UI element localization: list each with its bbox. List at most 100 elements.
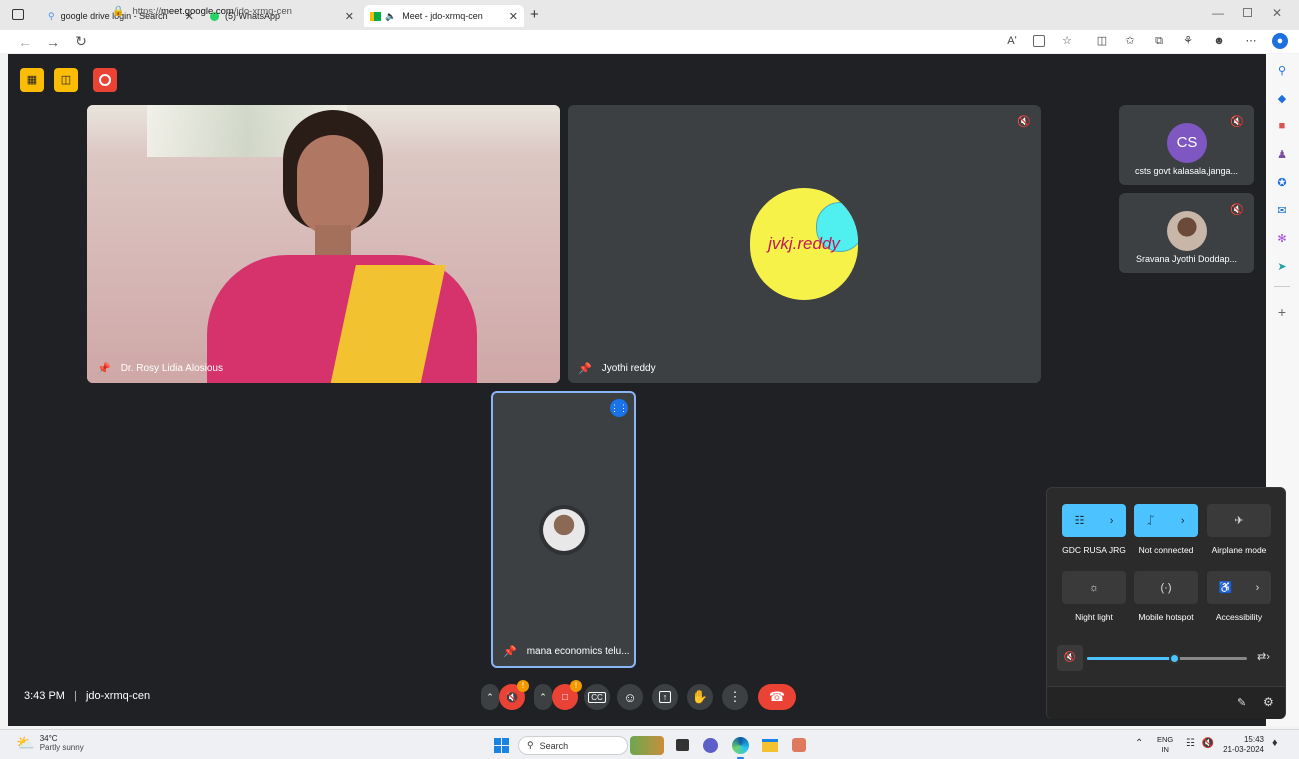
volume-slider-thumb[interactable] [1169, 653, 1180, 664]
participant-tile-speaking[interactable]: ⋮⋮ 📌 mana economics telu... [491, 391, 636, 668]
more-menu-icon[interactable]: ⋯ [1243, 33, 1259, 49]
emoji-reaction-button[interactable]: ☺ [617, 684, 643, 710]
meeting-time: 3:43 PM [24, 690, 65, 702]
wifi-icon: ☷ [1074, 515, 1085, 527]
accessibility-icon: ♿ [1218, 582, 1233, 594]
pin-icon[interactable]: 📌 [97, 362, 111, 375]
participant-name: Jyothi reddy [601, 363, 656, 374]
ai-notes-button[interactable]: ▦ [20, 68, 44, 92]
chevron-right-icon[interactable]: › [1256, 582, 1260, 594]
more-options-button[interactable]: ⋮ [722, 684, 748, 710]
search-icon[interactable]: ⚲ [1274, 64, 1290, 78]
photo-placeholder [543, 509, 585, 551]
immersive-reader-icon[interactable] [1033, 35, 1045, 47]
volume-muted-tray-icon: 🔇 [1201, 738, 1215, 749]
participant-tile-csts[interactable]: 🔇 CS csts govt kalasala,janga... [1119, 105, 1254, 185]
mic-off-icon: 🔇 [1017, 116, 1031, 128]
present-screen-button[interactable]: ↑ [652, 684, 678, 710]
close-window-button[interactable]: ✕ [1272, 6, 1282, 20]
participant-tile-jyothi[interactable]: 🔇 jvkj.reddy 📌 Jyothi reddy [568, 105, 1041, 383]
airplane-mode-toggle[interactable]: ✈ [1207, 504, 1271, 537]
companion-mode-button[interactable]: ◫ [54, 68, 78, 92]
leave-call-button[interactable]: ☎ [758, 684, 796, 710]
clock[interactable]: 15:43 21-03-2024 [1222, 735, 1264, 755]
profile-icon[interactable]: ☻ [1211, 33, 1227, 49]
keyboard-region: IN [1161, 745, 1169, 754]
add-icon[interactable]: + [1274, 304, 1290, 320]
photos-app-icon[interactable] [792, 738, 806, 752]
search-highlight-image[interactable] [630, 736, 664, 755]
accessibility-toggle[interactable]: ♿ › [1207, 571, 1271, 604]
minimize-button[interactable]: — [1212, 6, 1224, 20]
edit-icon[interactable]: ✎ [1237, 696, 1246, 709]
url-field[interactable]: 🔒 https:// meet.google.com /jdo-xrmq-cen [112, 3, 992, 20]
network-volume-tray[interactable]: ☷ 🔇 [1186, 738, 1214, 749]
read-aloud-icon[interactable]: Aʹ [1004, 33, 1020, 49]
designer-icon[interactable]: ✻ [1274, 232, 1290, 246]
hang-up-icon: ☎ [768, 689, 786, 704]
more-vert-icon: ⋮ [728, 689, 742, 704]
video-options-button[interactable]: ⌃ [534, 684, 552, 710]
collections-icon[interactable]: ⧉ [1151, 33, 1167, 49]
volume-slider[interactable] [1087, 653, 1247, 664]
camera-toggle-button[interactable]: □ ! [552, 680, 582, 710]
divider: | [74, 690, 77, 702]
participant-tile-main[interactable]: 📌 Dr. Rosy Lidia Alosious [87, 105, 560, 383]
volume-mute-icon[interactable]: 🔇 [1057, 645, 1083, 671]
teams-chat-icon[interactable] [703, 738, 718, 753]
copilot-icon[interactable]: ● [1272, 33, 1288, 49]
audio-output-icon[interactable]: ⇄› [1257, 650, 1270, 663]
show-hidden-icons[interactable]: ⌃ [1135, 738, 1143, 749]
refresh-icon[interactable]: ↻ [70, 33, 92, 50]
wifi-tray-icon: ☷ [1186, 738, 1195, 749]
extensions-icon[interactable]: ⚘ [1180, 33, 1196, 49]
tools-icon[interactable]: ■ [1274, 120, 1290, 134]
recording-button[interactable] [93, 68, 117, 92]
participant-tile-sravana[interactable]: 🔇 Sravana Jyothi Doddap... [1119, 193, 1254, 273]
mobile-hotspot-toggle[interactable]: (·) [1134, 571, 1198, 604]
office-icon[interactable]: ✪ [1274, 176, 1290, 190]
back-icon[interactable]: ← [14, 34, 36, 50]
forward-icon[interactable]: → [42, 34, 64, 50]
edge-browser-icon[interactable] [732, 737, 749, 754]
bluetooth-toggle[interactable]: ᛢ › [1134, 504, 1198, 537]
weather-widget[interactable]: ⛅ 34°C Partly sunny [16, 734, 84, 752]
raise-hand-button[interactable]: ✋ [687, 684, 713, 710]
start-button[interactable] [494, 738, 509, 753]
file-explorer-icon[interactable] [762, 739, 778, 752]
quick-settings-panel: ☷ › GDC RUSA JRG ᛢ › Not connected ✈ Air… [1046, 487, 1286, 719]
chevron-right-icon[interactable]: › [1110, 515, 1114, 527]
profile-avatar: jvkj.reddy [750, 188, 858, 300]
tab-actions-icon[interactable] [12, 9, 24, 20]
games-icon[interactable]: ♟ [1274, 148, 1290, 162]
night-light-toggle[interactable]: ☼ [1062, 571, 1126, 604]
airplane-label: Airplane mode [1211, 545, 1267, 555]
split-screen-icon[interactable]: ◫ [1094, 33, 1110, 49]
taskbar-search-box[interactable]: ⚲ Search [518, 736, 628, 755]
favorite-star-icon[interactable]: ☆ [1059, 33, 1075, 49]
wifi-toggle[interactable]: ☷ › [1062, 504, 1126, 537]
favorites-icon[interactable]: ✩ [1122, 33, 1138, 49]
settings-gear-icon[interactable]: ⚙ [1263, 695, 1274, 709]
url-prefix: https:// [132, 6, 161, 17]
pin-icon[interactable]: 📌 [578, 362, 592, 375]
sidebar-divider [1274, 286, 1290, 287]
shopping-icon[interactable]: ◆ [1274, 92, 1290, 106]
clock-time: 15:43 [1243, 735, 1264, 744]
drop-icon[interactable]: ➤ [1274, 260, 1290, 274]
language-indicator[interactable]: ENG IN [1157, 735, 1173, 755]
audio-options-button[interactable]: ⌃ [481, 684, 499, 710]
outlook-icon[interactable]: ✉ [1274, 204, 1290, 218]
mic-toggle-button[interactable]: 🔇 ! [499, 680, 529, 710]
mic-warning-badge: ! [517, 680, 529, 692]
captions-button[interactable]: CC [584, 684, 610, 710]
night-light-label: Night light [1075, 612, 1113, 622]
windows-taskbar: ⛅ 34°C Partly sunny ⚲ Search ⌃ ENG IN ☷ … [0, 729, 1299, 759]
hotspot-label: Mobile hotspot [1138, 612, 1194, 622]
task-view-icon[interactable] [676, 739, 689, 751]
restore-button[interactable] [1243, 8, 1252, 17]
mic-off-icon: 🔇 [1230, 204, 1244, 216]
pin-icon[interactable]: 📌 [503, 645, 517, 658]
notification-bell-icon[interactable]: ♦ [1272, 737, 1278, 749]
chevron-right-icon[interactable]: › [1181, 515, 1185, 527]
